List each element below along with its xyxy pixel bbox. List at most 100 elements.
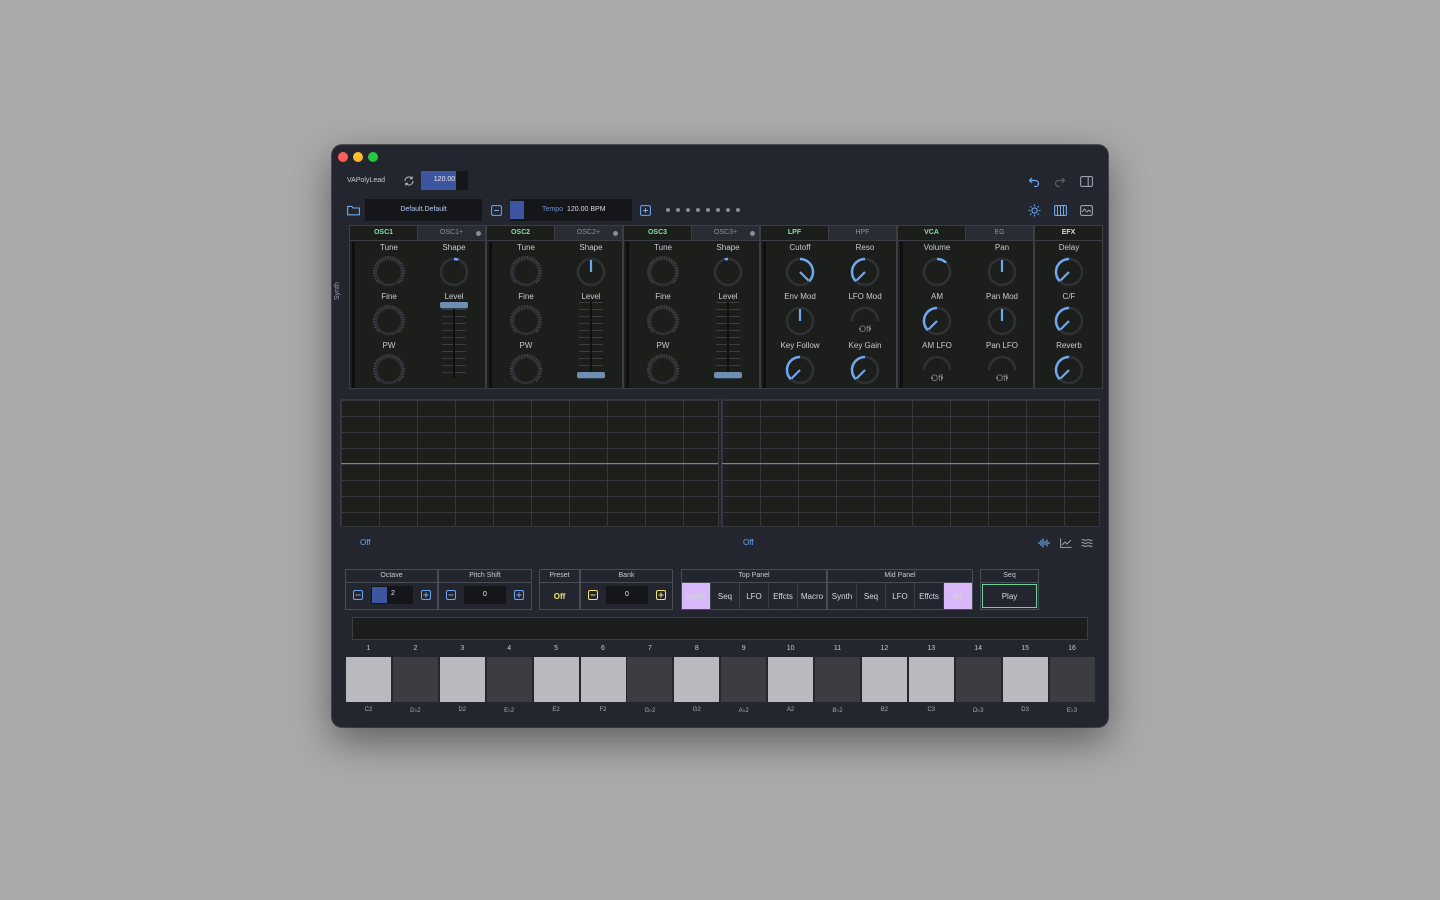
cutoff-knob[interactable] xyxy=(784,256,816,288)
page-dot[interactable] xyxy=(676,208,680,212)
mid-panel-synth[interactable]: Synth xyxy=(828,583,857,609)
top-panel-macro[interactable]: Macro xyxy=(798,583,826,609)
step-pad[interactable] xyxy=(674,657,720,702)
preset-toggle[interactable]: Off xyxy=(540,584,579,609)
shape-knob[interactable] xyxy=(712,256,744,288)
preset-name-field[interactable]: Default.Default xyxy=(365,199,482,221)
pw-knob[interactable] xyxy=(647,354,679,386)
plus-icon[interactable] xyxy=(638,203,652,217)
pitch-shift-value[interactable]: 0 xyxy=(464,586,506,604)
tune-knob[interactable] xyxy=(373,256,405,288)
mid-panel-effcts[interactable]: Effcts xyxy=(915,583,944,609)
mid-panel-seq[interactable]: Seq xyxy=(857,583,886,609)
folder-icon[interactable] xyxy=(346,203,360,217)
graph-icon[interactable] xyxy=(1059,536,1073,550)
step-pad[interactable] xyxy=(1002,657,1048,702)
step-pad[interactable] xyxy=(815,657,860,702)
level-fader[interactable] xyxy=(436,302,472,382)
undo-icon[interactable] xyxy=(1027,174,1041,188)
page-dot[interactable] xyxy=(666,208,670,212)
step-pad[interactable] xyxy=(627,657,673,702)
tab-osc1-plus[interactable]: OSC1+ xyxy=(418,226,485,240)
tune-knob[interactable] xyxy=(510,256,542,288)
step-pad[interactable] xyxy=(533,657,579,702)
level-fader[interactable] xyxy=(710,302,746,382)
redo-icon[interactable] xyxy=(1053,174,1067,188)
fine-knob[interactable] xyxy=(510,305,542,337)
pitch-plus-icon[interactable] xyxy=(514,590,524,600)
top-panel-lfo[interactable]: LFO xyxy=(740,583,769,609)
page-dots[interactable] xyxy=(666,208,740,213)
step-pad[interactable] xyxy=(955,657,1001,702)
tune-knob[interactable] xyxy=(647,256,679,288)
tab-eg[interactable]: EG xyxy=(966,226,1033,240)
page-dot[interactable] xyxy=(686,208,690,212)
tempo-field[interactable]: 120.00 xyxy=(421,171,468,190)
tab-lpf[interactable]: LPF xyxy=(761,226,829,240)
mid-panel-lfo[interactable]: LFO xyxy=(886,583,915,609)
step-pad[interactable] xyxy=(580,657,626,702)
pan-knob[interactable] xyxy=(986,256,1018,288)
mid-panel-viz[interactable]: Viz xyxy=(944,583,972,609)
page-dot[interactable] xyxy=(736,208,740,212)
page-dot[interactable] xyxy=(726,208,730,212)
waveform-window-icon[interactable] xyxy=(1079,203,1093,217)
octave-plus-icon[interactable] xyxy=(421,590,431,600)
bank-plus-icon[interactable] xyxy=(656,590,666,600)
step-pad[interactable] xyxy=(392,657,438,702)
step-pad[interactable] xyxy=(1049,657,1095,702)
step-pad[interactable] xyxy=(768,657,814,702)
pw-knob[interactable] xyxy=(373,354,405,386)
page-dot[interactable] xyxy=(696,208,700,212)
step-pad[interactable] xyxy=(861,657,907,702)
tab-osc2-plus[interactable]: OSC2+ xyxy=(555,226,622,240)
bank-value[interactable]: 0 xyxy=(606,586,648,604)
close-window-button[interactable] xyxy=(338,152,348,162)
zoom-window-button[interactable] xyxy=(368,152,378,162)
tab-osc3[interactable]: OSC3 xyxy=(624,226,692,240)
minus-icon[interactable] xyxy=(489,203,503,217)
waveform-icon[interactable] xyxy=(1037,536,1051,550)
page-dot[interactable] xyxy=(706,208,710,212)
pan-mod-knob[interactable] xyxy=(986,305,1018,337)
step-pad[interactable] xyxy=(908,657,954,702)
tab-osc2[interactable]: OSC2 xyxy=(487,226,555,240)
spectrum-icon[interactable] xyxy=(1080,536,1094,550)
bank-minus-icon[interactable] xyxy=(588,590,598,600)
minimize-window-button[interactable] xyxy=(353,152,363,162)
top-panel-effcts[interactable]: Effcts xyxy=(769,583,798,609)
shape-knob[interactable] xyxy=(575,256,607,288)
fine-knob[interactable] xyxy=(373,305,405,337)
tab-osc3-plus[interactable]: OSC3+ xyxy=(692,226,759,240)
delay-knob[interactable] xyxy=(1053,256,1085,288)
step-pad[interactable] xyxy=(346,657,391,702)
tab-hpf[interactable]: HPF xyxy=(829,226,896,240)
tab-vca[interactable]: VCA xyxy=(898,226,966,240)
pitch-minus-icon[interactable] xyxy=(446,590,456,600)
top-panel-seq[interactable]: Seq xyxy=(711,583,740,609)
keyboard-icon[interactable] xyxy=(1053,203,1067,217)
level-fader[interactable] xyxy=(573,302,609,382)
play-button[interactable]: Play xyxy=(982,584,1037,608)
env-mod-knob[interactable] xyxy=(784,305,816,337)
step-pad[interactable] xyxy=(486,657,532,702)
cf-knob[interactable] xyxy=(1053,305,1085,337)
top-panel-synth[interactable]: Synth xyxy=(682,583,711,609)
page-dot[interactable] xyxy=(716,208,720,212)
tab-efx[interactable]: EFX xyxy=(1035,226,1102,240)
octave-minus-icon[interactable] xyxy=(353,590,363,600)
sidebar-toggle-icon[interactable] xyxy=(1079,174,1093,188)
pw-knob[interactable] xyxy=(510,354,542,386)
key-gain-knob[interactable] xyxy=(849,354,881,386)
brightness-icon[interactable] xyxy=(1027,203,1041,217)
step-pad[interactable] xyxy=(439,657,485,702)
key-follow-knob[interactable] xyxy=(784,354,816,386)
reso-knob[interactable] xyxy=(849,256,881,288)
reverb-knob[interactable] xyxy=(1053,354,1085,386)
tab-osc1[interactable]: OSC1 xyxy=(350,226,418,240)
am-knob[interactable] xyxy=(921,305,953,337)
step-pad[interactable] xyxy=(721,657,767,702)
volume-knob[interactable] xyxy=(921,256,953,288)
fine-knob[interactable] xyxy=(647,305,679,337)
sync-icon[interactable] xyxy=(402,174,416,188)
